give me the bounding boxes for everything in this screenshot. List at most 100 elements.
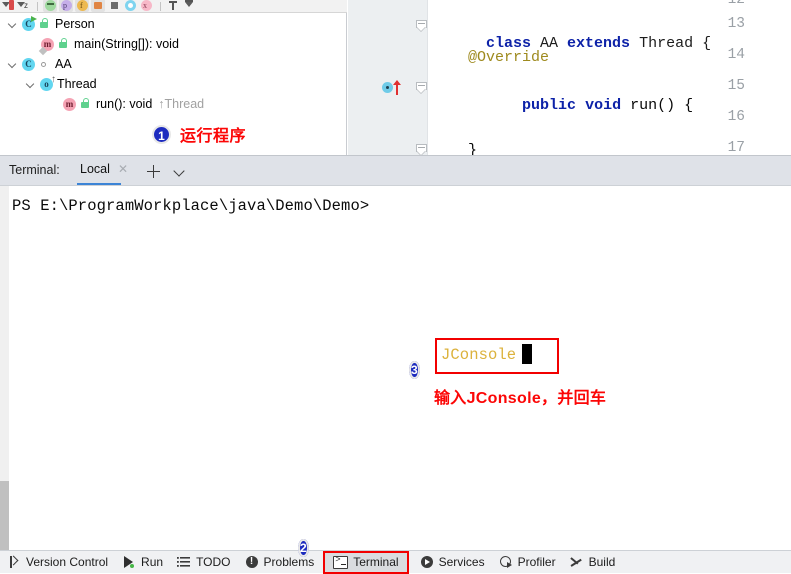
code-token-keyword: extends xyxy=(567,35,631,52)
lock-icon xyxy=(38,17,51,31)
structure-panel-toolbar: z p f x xyxy=(0,0,347,13)
status-item-label: Version Control xyxy=(26,555,109,569)
terminal-input-value[interactable]: JConsole xyxy=(441,346,516,364)
show-inherited-icon[interactable] xyxy=(43,0,57,12)
code-token-text: Thread { xyxy=(630,35,712,52)
tree-node-person[interactable]: C Person xyxy=(8,14,95,34)
line-number: 13 xyxy=(727,16,745,32)
tree-node-label: Person xyxy=(55,17,95,31)
terminal-tab-bar: Terminal: Local ✕ xyxy=(0,156,791,186)
status-item-terminal[interactable]: Terminal xyxy=(323,550,409,574)
code-token-keyword: public xyxy=(522,97,577,114)
status-item-label: TODO xyxy=(196,555,231,569)
line-number: 16 xyxy=(727,109,745,125)
code-editor[interactable]: 12 13 14 15 16 17 class AA extends Threa… xyxy=(348,0,791,155)
terminal-label: Terminal: xyxy=(9,163,60,177)
tree-node-thread[interactable]: o ↑ Thread xyxy=(26,74,97,94)
sort-alphabetically-icon[interactable] xyxy=(0,0,14,12)
problems-icon xyxy=(245,555,259,569)
annotation-2: 2 xyxy=(298,539,309,558)
line-number: 17 xyxy=(727,140,745,155)
collapse-all-icon[interactable] xyxy=(182,0,196,12)
chevron-down-icon[interactable] xyxy=(8,59,19,70)
status-item-version-control[interactable]: Version Control xyxy=(0,552,115,573)
code-line-17[interactable]: } xyxy=(432,142,477,155)
fold-marker[interactable] xyxy=(416,82,427,95)
sort-by-visibility-icon[interactable]: z xyxy=(16,0,30,12)
terminal-panel: Terminal: Local ✕ PS E:\ProgramWorkplace… xyxy=(0,155,791,551)
line-number: 15 xyxy=(727,78,745,94)
structure-tree[interactable]: C Person m main(String[]): void C AA o↑ xyxy=(0,13,347,155)
gutter-divider xyxy=(427,0,428,155)
annotation-3-badge: 3 xyxy=(409,361,420,379)
tree-node-run-method[interactable]: m run(): void ↑Thread xyxy=(62,94,204,114)
filter-icon[interactable]: x xyxy=(139,0,153,12)
package-private-icon xyxy=(38,58,51,71)
terminal-scrollbar-thumb[interactable] xyxy=(0,481,9,551)
chevron-down-icon[interactable] xyxy=(8,19,19,30)
services-icon xyxy=(420,555,434,569)
status-bar: Version Control Run TODO Problems Termin… xyxy=(0,550,791,574)
editor-right-margin xyxy=(785,0,791,155)
tree-node-main-method[interactable]: m main(String[]): void xyxy=(38,34,179,55)
status-item-label: Run xyxy=(141,555,164,569)
code-token-indent xyxy=(486,97,522,114)
status-item-build[interactable]: Build xyxy=(563,552,623,573)
profiler-icon xyxy=(499,555,513,569)
tree-node-inherited-from: ↑Thread xyxy=(158,97,205,111)
todo-icon xyxy=(177,555,192,569)
terminal-icon xyxy=(333,555,349,569)
expand-all-icon[interactable] xyxy=(166,0,180,12)
terminal-cursor xyxy=(522,344,532,364)
chevron-down-icon[interactable] xyxy=(26,79,37,90)
fold-marker[interactable] xyxy=(416,144,427,155)
version-control-icon xyxy=(7,555,21,569)
group-methods-icon[interactable] xyxy=(123,0,137,12)
tree-node-label: main(String[]): void xyxy=(74,37,179,51)
annotation-1: 1 运行程序 xyxy=(152,122,246,146)
tree-node-label: run(): void xyxy=(96,97,153,111)
annotation-2-badge: 2 xyxy=(298,539,309,557)
chevron-down-icon[interactable] xyxy=(175,167,184,176)
status-item-label: Profiler xyxy=(517,555,556,569)
terminal-scrollbar[interactable] xyxy=(0,186,9,551)
annotation-1-badge: 1 xyxy=(152,124,171,144)
close-icon[interactable]: ✕ xyxy=(118,162,128,176)
show-fields-icon[interactable]: f xyxy=(75,0,89,12)
plus-icon[interactable] xyxy=(147,165,160,178)
object-icon: o ↑ xyxy=(39,74,56,92)
toolbar-separator-2 xyxy=(160,2,161,11)
class-icon: C xyxy=(21,57,36,72)
line-number: 12 xyxy=(727,0,745,8)
tree-node-aa[interactable]: C AA xyxy=(8,54,72,74)
tree-node-label: Thread xyxy=(57,77,97,91)
show-anonymous-icon[interactable] xyxy=(107,0,121,12)
status-item-run[interactable]: Run xyxy=(115,552,170,573)
run-gutter-marker[interactable] xyxy=(382,80,404,96)
build-icon xyxy=(570,555,584,569)
code-line-14[interactable]: @Override xyxy=(432,49,549,66)
code-token-keyword: void xyxy=(585,97,622,114)
status-item-label: Services xyxy=(438,555,485,569)
tree-node-label: AA xyxy=(55,57,72,71)
status-item-services[interactable]: Services xyxy=(413,552,492,573)
status-item-todo[interactable]: TODO xyxy=(170,552,237,573)
fold-marker[interactable] xyxy=(416,20,427,33)
method-icon: m xyxy=(62,97,77,112)
annotation-3: 3 xyxy=(409,361,420,380)
status-item-profiler[interactable]: Profiler xyxy=(492,552,563,573)
method-icon: m xyxy=(38,37,55,55)
toolbar-separator xyxy=(37,2,38,11)
class-icon: C xyxy=(21,15,37,32)
top-region: z p f x C Person m main(String[]): void … xyxy=(0,0,791,155)
lock-icon xyxy=(57,37,70,51)
annotation-3-text: 输入JConsole，并回车 xyxy=(434,390,607,407)
status-item-label: Terminal xyxy=(353,555,399,569)
terminal-output-area[interactable]: PS E:\ProgramWorkplace\java\Demo\Demo> xyxy=(0,185,791,551)
terminal-prompt: PS E:\ProgramWorkplace\java\Demo\Demo> xyxy=(12,197,370,215)
show-properties-icon[interactable]: p xyxy=(59,0,73,12)
code-line-15[interactable]: public void run() { xyxy=(432,80,693,131)
lock-icon xyxy=(79,97,92,111)
show-non-public-icon[interactable] xyxy=(91,0,105,12)
